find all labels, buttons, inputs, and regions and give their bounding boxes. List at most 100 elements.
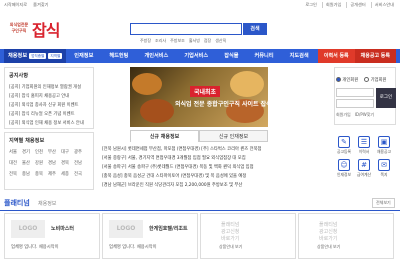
region-link[interactable]: 강원 bbox=[35, 160, 48, 166]
listing-list: [전북 남원시] 롯데면세점 부산점, 마포점 (면접우대경) [주] 스타벅스… bbox=[102, 145, 270, 190]
quick-item[interactable]: ✎ 공고등록 bbox=[334, 136, 354, 155]
notice-item[interactable]: [공지] 외식업 종사자 신규 회원 이벤트 bbox=[9, 101, 84, 110]
radio-personal[interactable]: 개인회원 bbox=[336, 77, 358, 83]
region-link[interactable]: 인천 bbox=[35, 149, 48, 155]
region-link[interactable]: 전국 bbox=[74, 171, 87, 177]
nav-company-service[interactable]: 기업서비스 bbox=[176, 49, 216, 63]
platinum-ad-slot[interactable]: 플래티넘 광고신청 바로가기 상품안내 보기 bbox=[200, 213, 296, 259]
notice-title: 공지사항 bbox=[9, 73, 29, 79]
document-icon: ✎ bbox=[338, 136, 350, 148]
nav-job-info[interactable]: 채용정보 업직종별 지역별 bbox=[4, 49, 67, 63]
start-page-link[interactable]: 시작페이지로 bbox=[4, 2, 27, 8]
signup-link[interactable]: 회원가입 bbox=[336, 112, 351, 118]
listing-tabs: 신규 채용정보 신규 인재정보 bbox=[130, 130, 268, 142]
resume-register-button[interactable]: 이력서 등록 bbox=[317, 49, 355, 63]
keyword-link[interactable]: 점장 bbox=[204, 38, 211, 44]
notice-item[interactable]: [공지] 기업회원의 인재정보 열람권 개설 bbox=[9, 83, 84, 92]
region-link[interactable]: 충남 bbox=[22, 171, 35, 177]
signup-link[interactable]: 회원가입 bbox=[321, 2, 341, 8]
radio-company[interactable]: 기업회원 bbox=[364, 77, 386, 83]
region-link[interactable]: 대전 bbox=[9, 160, 22, 166]
region-link[interactable]: 경기 bbox=[22, 149, 35, 155]
region-link[interactable]: 경남 bbox=[48, 160, 61, 166]
nav-mall[interactable]: 잡식몰 bbox=[216, 49, 246, 63]
keyword-link[interactable]: 홀서빙 bbox=[189, 38, 200, 44]
region-link[interactable]: 충북 bbox=[35, 171, 48, 177]
region-link[interactable]: 경북 bbox=[61, 160, 74, 166]
product-guide-select[interactable]: 상품안내 보기 bbox=[317, 244, 340, 250]
quick-label: 쪽지 bbox=[380, 172, 388, 177]
notice-item[interactable]: [공지] 잡식 홈피지 채용공고 안내 bbox=[9, 92, 84, 101]
nav-pill-category[interactable]: 업직종별 bbox=[29, 53, 47, 59]
region-link[interactable]: 제주 bbox=[48, 171, 61, 177]
main-banner[interactable] bbox=[130, 67, 268, 127]
region-link[interactable]: 울산 bbox=[22, 160, 35, 166]
nav-community[interactable]: 커뮤니티 bbox=[247, 49, 282, 63]
quick-item[interactable]: ▣ 채용공고 bbox=[374, 136, 394, 155]
service-guide-link[interactable]: 서비스안내 bbox=[370, 2, 394, 8]
quick-item[interactable]: ✉ 쪽지 bbox=[374, 159, 394, 178]
topbar-left: 시작페이지로 즐겨찾기 bbox=[4, 2, 49, 8]
favorites-link[interactable]: 즐겨찾기 bbox=[33, 2, 48, 8]
find-account-link[interactable]: ID/PW찾기 bbox=[355, 112, 374, 118]
quick-item[interactable]: ☰ 이력서 bbox=[354, 136, 374, 155]
notice-item[interactable]: [공지] 외식업 인재 채용 정보 서비스 안내 bbox=[9, 119, 84, 128]
notice-item[interactable]: [공지] 잡식 리뉴얼 오픈 기념 이벤트 bbox=[9, 110, 84, 119]
radio-dot bbox=[336, 77, 341, 82]
product-guide-select[interactable]: 상품안내 보기 bbox=[219, 244, 242, 250]
search-input[interactable] bbox=[130, 23, 242, 35]
tab-new-talent[interactable]: 신규 인재정보 bbox=[199, 130, 268, 142]
platinum-title: 플래티넘 bbox=[4, 199, 30, 207]
job-post-register-button[interactable]: 채용공고 등록 bbox=[354, 49, 396, 63]
nav-pill-region[interactable]: 지역별 bbox=[48, 53, 63, 59]
quick-label: 공고등록 bbox=[337, 149, 351, 154]
keyword-link[interactable]: 조리사 bbox=[155, 38, 166, 44]
region-link[interactable]: 서울 bbox=[9, 149, 22, 155]
info-center-link[interactable]: 공개센터 bbox=[346, 2, 366, 8]
region-grid: 서울 경기 인천 부산 대구 광주 대전 울산 강원 경남 경북 전남 전북 충… bbox=[9, 149, 87, 177]
nav-headhunting[interactable]: 헤드헌팅 bbox=[101, 49, 136, 63]
listing-row[interactable]: [충북 음성] 충북 음성군 건대 스타마이토어 (면접우대경) 및 목 음성에… bbox=[102, 172, 270, 181]
nav-talent-info[interactable]: 인재정보 bbox=[66, 49, 101, 63]
region-link[interactable]: 전남 bbox=[74, 160, 87, 166]
view-all-button[interactable]: 전체보기 bbox=[372, 198, 395, 208]
keyword-link[interactable]: 주방장 bbox=[140, 38, 151, 44]
platinum-card[interactable]: LOGO 노비마스터 업체명 입니다. 채용시작이 bbox=[4, 213, 100, 259]
platinum-ad-slot[interactable]: 플래티넘 광고신청 바로가기 상품안내 보기 bbox=[298, 213, 394, 259]
region-title: 지역별 채용정보 bbox=[9, 138, 45, 144]
food-image bbox=[140, 99, 174, 123]
company-name: 한게임호텔/리조트 bbox=[149, 226, 188, 232]
nav-map-search[interactable]: 지도검색 bbox=[282, 49, 317, 63]
keyword-link[interactable]: 주방보조 bbox=[170, 38, 185, 44]
company-logo: LOGO bbox=[109, 220, 143, 238]
quick-item[interactable]: ☺ 인재정보 bbox=[334, 159, 354, 178]
banner-badge: 국내최초 bbox=[190, 86, 221, 97]
search-button[interactable]: 검색 bbox=[243, 23, 267, 35]
region-link[interactable]: 대구 bbox=[61, 149, 74, 155]
id-field[interactable] bbox=[336, 88, 374, 97]
topbar-right: 로그인 회원가입 공개센터 서비스안내 bbox=[305, 2, 394, 8]
tab-new-jobs[interactable]: 신규 채용정보 bbox=[130, 130, 199, 142]
keyword-link[interactable]: 생산직 bbox=[215, 38, 226, 44]
member-type: 개인회원 기업회원 bbox=[336, 77, 386, 83]
mail-icon: ✉ bbox=[378, 159, 390, 171]
listing-row[interactable]: [경남 남해군] 브라운인 직원 식당관리자 모집 2,200,000원 주방보… bbox=[102, 181, 270, 190]
site-logo[interactable]: 외식업전문 구인구직 잡식 bbox=[4, 12, 104, 44]
listing-row[interactable]: [전북 남원시] 롯데면세점 부산점, 마포점 (면접우대경) [주] 스타벅스… bbox=[102, 145, 270, 154]
popular-keywords: 주방장 조리사 주방보조 홀서빙 점장 생산직 bbox=[140, 38, 226, 44]
login-link[interactable]: 로그인 bbox=[305, 2, 317, 8]
quick-item[interactable]: # 급여계산 bbox=[354, 159, 374, 178]
listing-row[interactable]: [서울 중랑구] 서울, 경기지역 면접우대경 3개월점 입점 필요 외식업점장… bbox=[102, 154, 270, 163]
nav-personal-service[interactable]: 개인서비스 bbox=[136, 49, 176, 63]
region-link[interactable]: 광주 bbox=[74, 149, 87, 155]
listing-row[interactable]: [서울 송파구] 서울 송파구 (주)롯데월드 (면접우대경) 목동 및 백화 … bbox=[102, 163, 270, 172]
region-link[interactable]: 부산 bbox=[48, 149, 61, 155]
region-panel: 지역별 채용정보 서울 경기 인천 부산 대구 광주 대전 울산 강원 경남 경… bbox=[4, 132, 94, 190]
region-link[interactable]: 전북 bbox=[9, 171, 22, 177]
region-link[interactable]: 세종 bbox=[61, 171, 74, 177]
food-image bbox=[132, 73, 162, 95]
password-field[interactable] bbox=[336, 99, 374, 108]
logo-wordmark: 잡식 bbox=[32, 21, 60, 40]
login-button[interactable]: 로그인 bbox=[376, 88, 396, 108]
platinum-card[interactable]: LOGO 한게임호텔/리조트 업체명 입니다. 채용시작이 bbox=[102, 213, 198, 259]
